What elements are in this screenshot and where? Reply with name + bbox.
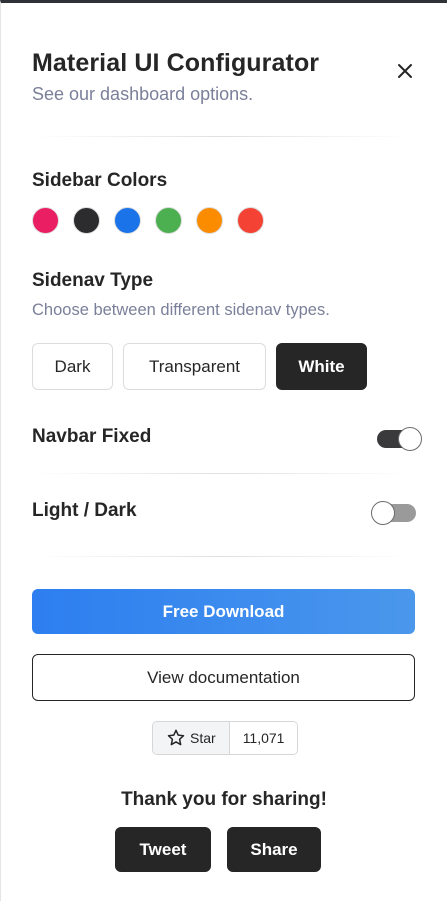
share-buttons: Tweet Share [115, 827, 321, 872]
close-icon [398, 64, 412, 78]
view-documentation-button[interactable]: View documentation [32, 654, 415, 701]
toggle-knob [398, 427, 422, 451]
page-title: Material UI Configurator [32, 49, 320, 77]
github-star-count[interactable]: 11,071 [229, 722, 298, 754]
thanks-message: Thank you for sharing! [121, 789, 327, 810]
toggle-knob [371, 501, 395, 525]
tweet-button[interactable]: Tweet [115, 827, 211, 872]
github-star-button[interactable]: Star [153, 722, 230, 754]
close-button[interactable] [393, 59, 417, 83]
divider [32, 556, 412, 557]
configurator-header: Material UI Configurator See our dashboa… [32, 47, 427, 106]
sidenav-type-label: Sidenav Type [32, 270, 154, 291]
star-icon [167, 729, 185, 746]
sidenav-dark-button[interactable]: Dark [32, 343, 113, 390]
free-download-button[interactable]: Free Download [32, 589, 415, 634]
light-dark-label: Light / Dark [32, 500, 137, 521]
color-swatch-pink[interactable] [32, 207, 59, 234]
sidebar-colors-label: Sidebar Colors [32, 170, 168, 191]
github-star-label: Star [190, 730, 216, 746]
divider [32, 136, 412, 137]
sidenav-type-description: Choose between different sidenav types. [32, 301, 330, 319]
sidenav-type-options: Dark Transparent White [32, 343, 367, 390]
navbar-fixed-toggle[interactable] [376, 427, 422, 451]
page-subtitle: See our dashboard options. [32, 84, 254, 104]
light-dark-toggle[interactable] [371, 501, 417, 525]
color-swatch-green[interactable] [155, 207, 182, 234]
color-swatch-dark[interactable] [73, 207, 100, 234]
sidebar-color-swatches [32, 207, 264, 234]
configurator-panel: Material UI Configurator See our dashboa… [0, 0, 447, 901]
share-button[interactable]: Share [227, 827, 321, 872]
color-swatch-blue[interactable] [114, 207, 141, 234]
divider [32, 473, 412, 474]
navbar-fixed-label: Navbar Fixed [32, 426, 152, 447]
color-swatch-red[interactable] [237, 207, 264, 234]
color-swatch-orange[interactable] [196, 207, 223, 234]
github-star-widget: Star 11,071 [152, 721, 299, 755]
sidenav-white-button[interactable]: White [276, 343, 367, 390]
sidenav-transparent-button[interactable]: Transparent [123, 343, 266, 390]
